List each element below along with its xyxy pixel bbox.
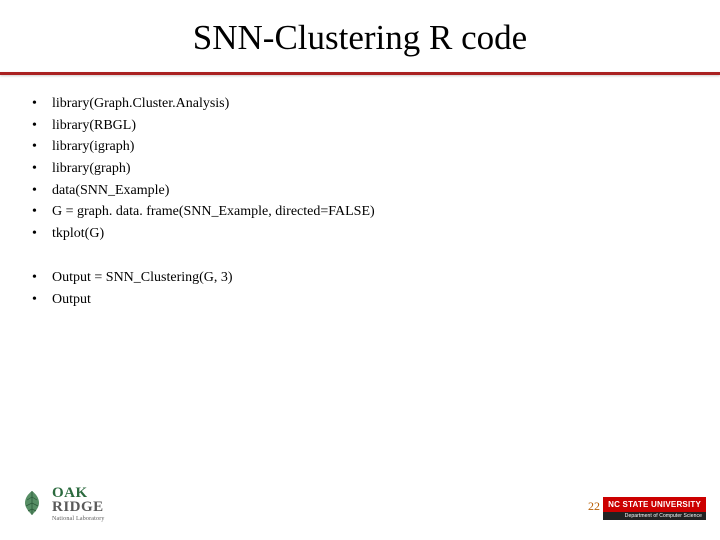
oak-logo-bottom: RIDGE [52, 500, 105, 515]
bullet-text: data(SNN_Example) [52, 180, 690, 202]
bullet-dot-icon: • [30, 136, 52, 158]
nc-state-sub: Department of Computer Science [603, 512, 706, 520]
bullet-item: • library(graph) [30, 158, 690, 180]
content-area: • library(Graph.Cluster.Analysis) • libr… [0, 75, 720, 310]
bullet-dot-icon: • [30, 289, 52, 311]
bullet-item: • library(igraph) [30, 136, 690, 158]
slide-title: SNN-Clustering R code [0, 0, 720, 68]
bullet-dot-icon: • [30, 115, 52, 137]
bullet-dot-icon: • [30, 223, 52, 245]
oak-logo-sub: National Laboratory [52, 516, 105, 522]
bullet-item: • library(Graph.Cluster.Analysis) [30, 93, 690, 115]
bullet-dot-icon: • [30, 201, 52, 223]
bullet-text: Output = SNN_Clustering(G, 3) [52, 267, 690, 289]
bullet-item: • data(SNN_Example) [30, 180, 690, 202]
page-number: 22 [588, 499, 600, 514]
bullet-dot-icon: • [30, 180, 52, 202]
oak-ridge-logo: OAK RIDGE National Laboratory [18, 486, 105, 522]
bullet-text: library(graph) [52, 158, 690, 180]
bullet-item: • tkplot(G) [30, 223, 690, 245]
bullet-text: G = graph. data. frame(SNN_Example, dire… [52, 201, 690, 223]
bullet-text: Output [52, 289, 690, 311]
bullet-item: • G = graph. data. frame(SNN_Example, di… [30, 201, 690, 223]
nc-state-main: NC STATE UNIVERSITY [603, 497, 706, 512]
bullet-dot-icon: • [30, 267, 52, 289]
bullet-dot-icon: • [30, 158, 52, 180]
oak-ridge-text: OAK RIDGE National Laboratory [52, 486, 105, 522]
spacer [30, 245, 690, 267]
bullet-text: tkplot(G) [52, 223, 690, 245]
bullet-dot-icon: • [30, 93, 52, 115]
bullet-item: • Output [30, 289, 690, 311]
footer: OAK RIDGE National Laboratory 22 NC STAT… [0, 474, 720, 528]
nc-state-logo: NC STATE UNIVERSITY Department of Comput… [603, 497, 706, 520]
bullet-text: library(igraph) [52, 136, 690, 158]
slide: SNN-Clustering R code • library(Graph.Cl… [0, 0, 720, 540]
bullet-text: library(RBGL) [52, 115, 690, 137]
bullet-item: • library(RBGL) [30, 115, 690, 137]
bullet-text: library(Graph.Cluster.Analysis) [52, 93, 690, 115]
oak-leaf-icon [18, 489, 46, 519]
bullet-item: • Output = SNN_Clustering(G, 3) [30, 267, 690, 289]
